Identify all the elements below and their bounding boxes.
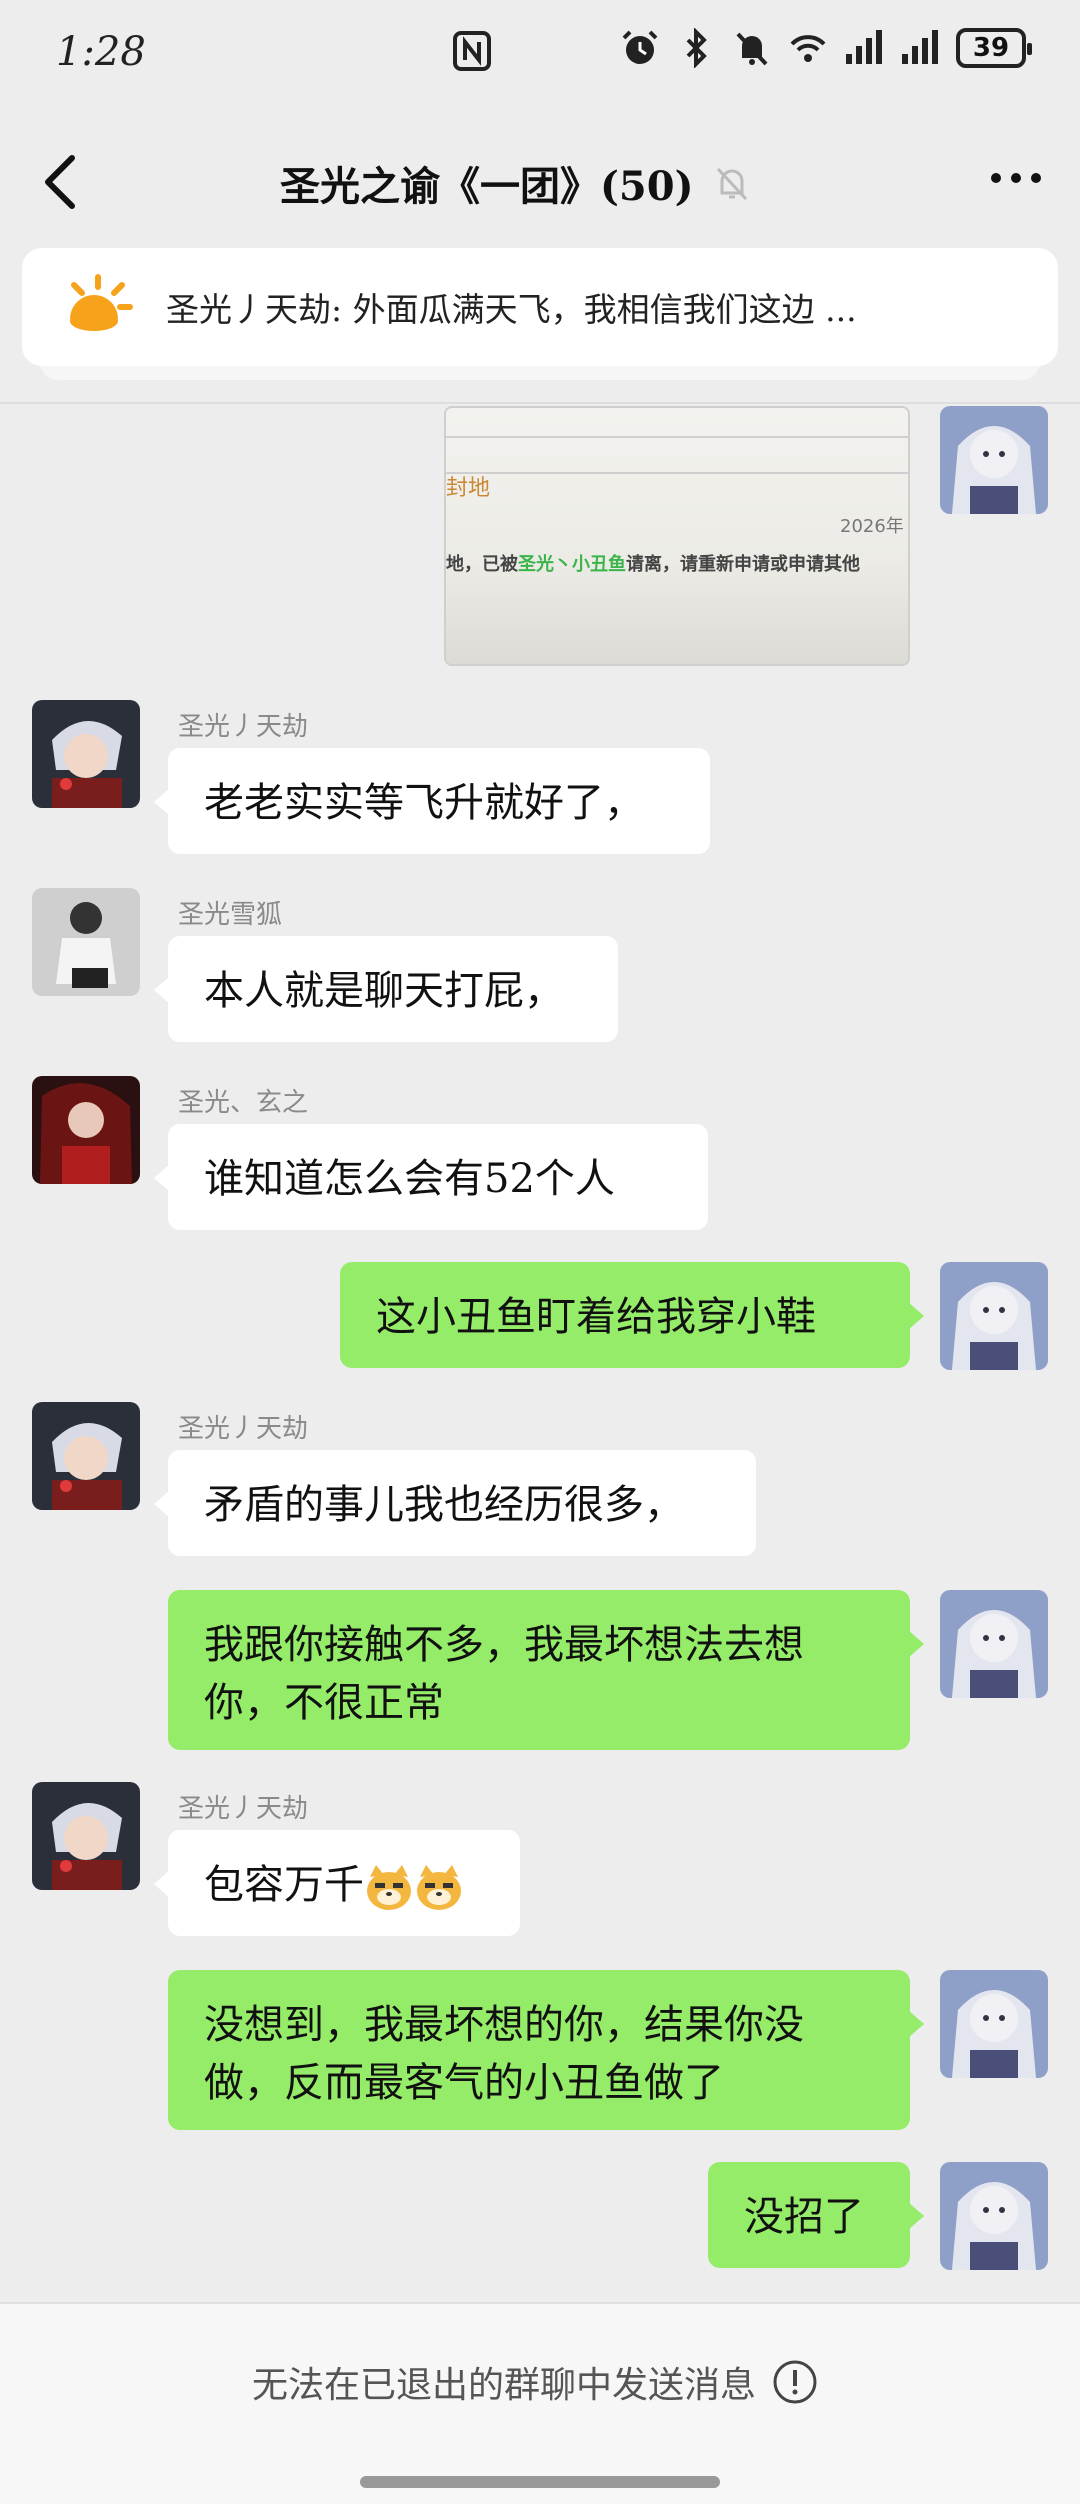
message-text: 这小丑鱼盯着给我穿小鞋 (376, 1294, 816, 1340)
sender-name: 圣光雪狐 (178, 900, 283, 930)
message-bubble-outgoing[interactable]: 没想到，我最坏想的你，结果你没 做，反而最客气的小丑鱼做了 (168, 1970, 924, 2130)
alarm-icon (622, 30, 658, 64)
avatar-self[interactable] (940, 1262, 1048, 1370)
message-text: 谁知道怎么会有52个人 (204, 1156, 615, 1202)
signal-icon (846, 30, 882, 64)
chat-header: 圣光之谕《一团》(50) (0, 120, 1080, 244)
footer-text: 无法在已退出的群聊中发送消息 (252, 2365, 757, 2406)
more-dots-icon[interactable] (988, 166, 1044, 190)
status-bar: 1:28 39 (0, 0, 1080, 104)
mute-bell-icon (716, 167, 747, 201)
image-fragment-title: 封地 (446, 476, 491, 501)
divider (0, 402, 1080, 404)
message-bubble-incoming[interactable]: 包容万千 (154, 1830, 520, 1936)
message-bubble-outgoing[interactable]: 没招了 (708, 2162, 924, 2268)
message-text-line: 你，不很正常 (204, 1680, 444, 1726)
avatar-self[interactable] (940, 2162, 1048, 2270)
avatar-self[interactable] (940, 1590, 1048, 1698)
message-text: 矛盾的事儿我也经历很多， (204, 1482, 684, 1528)
sender-name: 圣光丿天劫 (178, 712, 309, 742)
message-bubble-outgoing[interactable]: 这小丑鱼盯着给我穿小鞋 (340, 1262, 924, 1368)
image-fragment-name: 圣光丶小丑鱼 (518, 554, 626, 575)
doge-emoji (417, 1865, 461, 1910)
message-text: 老老实实等飞升就好了， (204, 780, 644, 826)
mute-bell-icon (736, 32, 768, 66)
sender-name: 圣光丿天劫 (178, 1414, 309, 1444)
wifi-6-icon (790, 35, 826, 62)
message-text: 本人就是聊天打屁， (204, 968, 564, 1014)
chat-title-wrap: 圣光之谕《一团》(50) (280, 154, 752, 212)
avatar-tianjie[interactable] (32, 1782, 140, 1890)
sun-announcement-icon (70, 274, 133, 331)
image-fragment-prefix: 地，已被 (446, 554, 518, 575)
avatar-self[interactable] (940, 406, 1048, 514)
message-bubble-incoming[interactable]: 谁知道怎么会有52个人 (154, 1124, 708, 1230)
battery-indicator: 39 (956, 28, 1032, 68)
image-fragment-date: 2026年 (840, 516, 904, 537)
message-text-line: 做，反而最客气的小丑鱼做了 (204, 2060, 724, 2106)
sender-name: 圣光丿天劫 (178, 1794, 309, 1824)
image-message[interactable]: 封地 2026年 地，已被圣光丶小丑鱼请离，请重新申请或申请其他 (444, 406, 910, 666)
avatar-tianjie[interactable] (32, 700, 140, 808)
doge-emoji (367, 1865, 411, 1910)
pinned-announcement[interactable]: 圣光丿天劫: 外面瓜满天飞，我相信我们这边 ... (22, 248, 1058, 366)
message-text-line: 我跟你接触不多，我最坏想法去想 (204, 1622, 804, 1668)
avatar-tianjie[interactable] (32, 1402, 140, 1510)
battery-level: 39 (972, 33, 1010, 63)
message-bubble-outgoing[interactable]: 我跟你接触不多，我最坏想法去想 你，不很正常 (168, 1590, 924, 1750)
status-time: 1:28 (56, 29, 146, 75)
pinned-text: 圣光丿天劫: 外面瓜满天飞，我相信我们这边 ... (166, 290, 857, 329)
image-fragment-line: 地，已被圣光丶小丑鱼请离，请重新申请或申请其他 (446, 550, 860, 576)
footer-notice: 无法在已退出的群聊中发送消息 (252, 2356, 818, 2408)
footer-bar: 无法在已退出的群聊中发送消息 (0, 2302, 1080, 2504)
message-bubble-incoming[interactable]: 本人就是聊天打屁， (154, 936, 618, 1042)
message-text-line: 没想到，我最坏想的你，结果你没 (204, 2002, 804, 2048)
avatar-xuanzhi[interactable] (32, 1076, 140, 1184)
signal-icon (902, 30, 938, 64)
info-circle-icon[interactable] (772, 2359, 818, 2405)
chevron-left-icon[interactable] (36, 152, 82, 212)
bluetooth-icon (686, 28, 707, 68)
nfc-icon (453, 31, 491, 71)
message-text: 没招了 (744, 2194, 864, 2240)
chat-title: 圣光之谕《一团》(50) (280, 163, 694, 210)
message-text: 包容万千 (204, 1862, 364, 1908)
avatar-self[interactable] (940, 1970, 1048, 2078)
status-icons: 39 (620, 28, 1032, 68)
message-bubble-incoming[interactable]: 矛盾的事儿我也经历很多， (154, 1450, 756, 1556)
message-bubble-incoming[interactable]: 老老实实等飞升就好了， (154, 748, 710, 854)
home-indicator[interactable] (360, 2476, 720, 2488)
image-fragment-suffix: 请离，请重新申请或申请其他 (626, 554, 860, 575)
sender-name: 圣光、玄之 (178, 1088, 309, 1118)
avatar-xuehu[interactable] (32, 888, 140, 996)
